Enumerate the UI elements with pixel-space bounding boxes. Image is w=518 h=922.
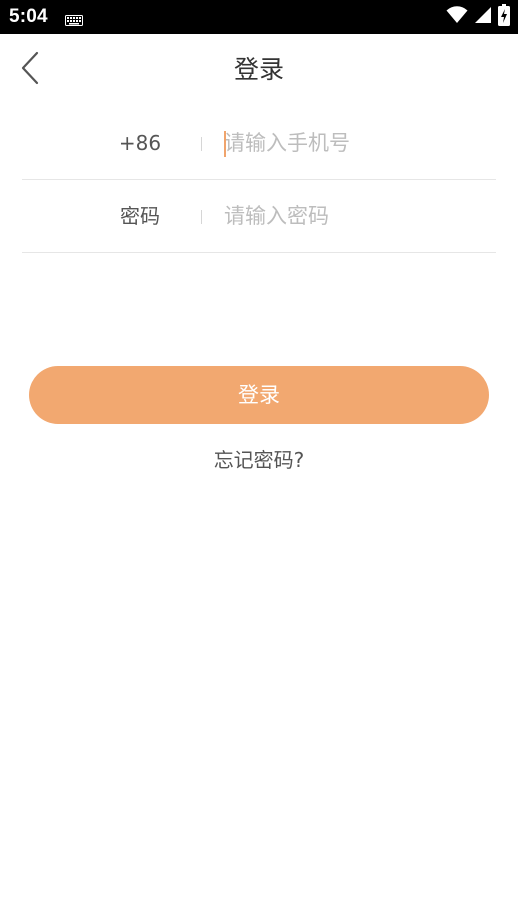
phone-input[interactable] <box>224 123 492 163</box>
password-row: 密码 <box>22 180 496 253</box>
forgot-password-link[interactable]: 忘记密码? <box>0 446 518 474</box>
field-divider <box>201 210 202 224</box>
login-button[interactable]: 登录 <box>29 366 489 424</box>
login-screen: 5:04 登录 +86 请输入手机号 密码 登录 忘记密码? <box>0 0 518 922</box>
status-bar: 5:04 <box>0 0 518 34</box>
battery-charging-icon <box>498 4 510 30</box>
header: 登录 <box>0 34 518 106</box>
country-code-label[interactable]: +86 <box>22 107 258 179</box>
page-title: 登录 <box>233 55 284 84</box>
password-input[interactable] <box>224 196 492 236</box>
password-label: 密码 <box>120 204 160 228</box>
keyboard-icon <box>65 11 83 26</box>
status-time: 5:04 <box>9 6 48 27</box>
field-divider <box>201 137 202 151</box>
phone-row: +86 <box>22 107 496 180</box>
signal-icon <box>474 6 492 28</box>
wifi-icon <box>446 6 468 28</box>
text-caret <box>224 131 226 157</box>
status-icons <box>446 4 510 30</box>
